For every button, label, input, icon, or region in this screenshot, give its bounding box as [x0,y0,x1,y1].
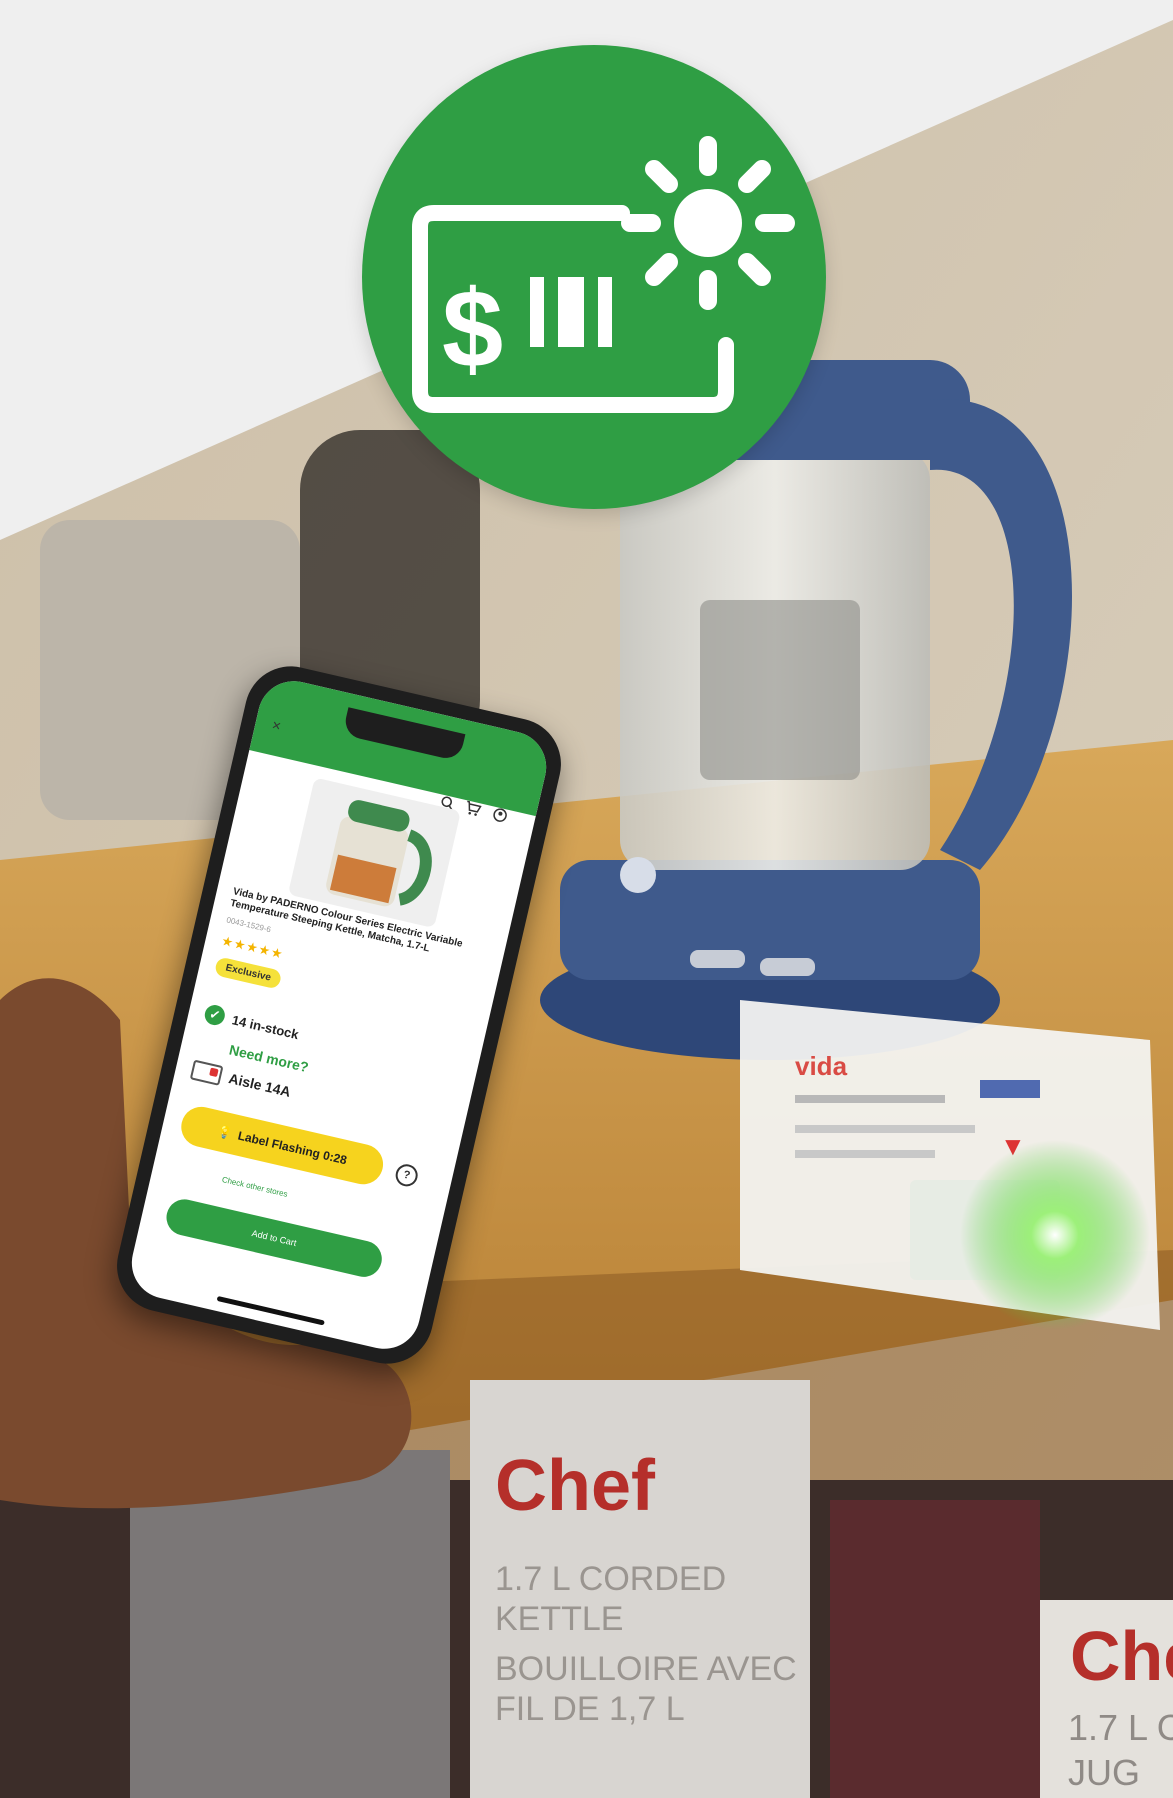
box-line-4: FIL DE 1,7 L [495,1690,685,1728]
label-flashing-button[interactable]: 💡 Label Flashing 0:28 [177,1102,388,1189]
help-icon[interactable]: ? [393,1162,420,1189]
stock-status: ✓ 14 in-stock [202,1003,301,1044]
label-flashing-text: Label Flashing 0:28 [236,1128,349,1168]
product-sku: 0043-1529-6 [225,915,272,935]
stock-text: 14 in-stock [230,1011,301,1042]
aisle-text: Aisle 14A [227,1070,293,1100]
label-flashing-badge: $ [362,45,826,509]
shelf-icon [189,1059,224,1086]
check-other-stores-link[interactable]: Check other stores [221,1175,288,1199]
check-icon: ✓ [202,1003,227,1028]
box-brand-text: Chef [495,1446,656,1526]
cart-icon[interactable] [462,800,484,822]
sun-icon [674,189,742,257]
box-line-2: KETTLE [495,1600,623,1638]
box2-line-2: JUG [1068,1752,1140,1793]
account-icon[interactable] [489,806,511,828]
box2-line-1: 1.7 L C [1068,1707,1173,1748]
exclusive-badge: Exclusive [213,956,283,990]
box-line-1: 1.7 L CORDED [495,1560,726,1598]
box2-brand-text: Che [1070,1617,1173,1695]
label-flash-glow [960,1140,1150,1330]
dollar-sign: $ [442,268,503,391]
box-line-3: BOUILLOIRE AVEC [495,1650,797,1688]
shelf-tag-brand: vida [795,1051,848,1081]
price-label-flashing-icon: $ [412,136,795,413]
lightbulb-icon: 💡 [216,1123,234,1141]
add-to-cart-button[interactable]: Add to Cart [162,1195,386,1281]
